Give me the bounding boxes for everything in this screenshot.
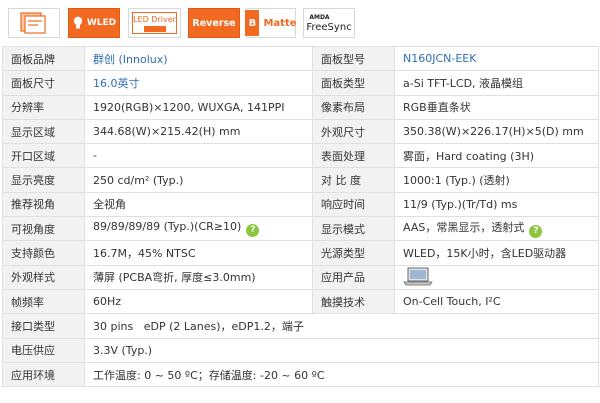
spec-label: 接口类型 <box>2 313 85 339</box>
spec-value: On-Cell Touch, I²C <box>394 288 599 315</box>
spec-label: 应用产品 <box>312 264 395 290</box>
spec-value: 全视角 <box>84 191 313 218</box>
laptop-icon[interactable] <box>403 267 433 287</box>
spec-value: 89/89/89/89 (Typ.)(CR≥10) <box>93 220 242 234</box>
freesync-badge: AMDA FreeSync <box>303 8 355 38</box>
spec-label: 支持颜色 <box>2 240 85 266</box>
help-icon[interactable]: ? <box>529 225 543 239</box>
spec-value-link[interactable]: 16.0英寸 <box>84 70 313 96</box>
led-driver-label: LED Driver <box>133 14 176 24</box>
freesync-label: FreeSync <box>306 22 352 33</box>
spec-label: 外观尺寸 <box>312 118 395 145</box>
spec-value: 16.7M，45% NTSC <box>84 240 313 266</box>
spec-label: 响应时间 <box>312 191 395 218</box>
spec-value: RGB垂直条状 <box>394 94 599 120</box>
spec-label: 面板类型 <box>312 70 395 96</box>
spec-value-link[interactable]: N160JCN-EEK <box>394 45 599 72</box>
table-row: 外观样式 薄屏 (PCBA弯折, 厚度≤3.0mm) 应用产品 <box>2 264 599 290</box>
spec-table: 面板品牌 群创 (Innolux) 面板型号 N160JCN-EEK 面板尺寸 … <box>2 45 599 388</box>
spec-value: 1000:1 (Typ.) (透射) <box>394 167 599 193</box>
table-row: 面板品牌 群创 (Innolux) 面板型号 N160JCN-EEK <box>2 45 599 72</box>
table-row: 接口类型 30 pins eDP (2 Lanes)，eDP1.2，端子 <box>2 313 599 339</box>
table-row: 应用环境 工作温度: 0 ~ 50 ºC；存储温度: -20 ~ 60 ºC <box>2 361 599 388</box>
spec-label: 外观样式 <box>2 264 85 290</box>
spec-label: 触摸技术 <box>312 288 395 315</box>
feature-icon-bar: WLED LED Driver Reverse B Matte AMDA Fre… <box>0 0 600 45</box>
wled-label: WLED <box>86 18 117 28</box>
table-row: 开口区域 - 表面处理 雾面，Hard coating (3H) <box>2 143 599 169</box>
table-row: 分辨率 1920(RGB)×1200, WUXGA, 141PPI 像素布局 R… <box>2 94 599 120</box>
spec-label: 光源类型 <box>312 240 395 266</box>
spec-label: 帧频率 <box>2 288 85 315</box>
spec-label: 表面处理 <box>312 143 395 169</box>
spec-label: 面板尺寸 <box>2 70 85 96</box>
spec-label: 开口区域 <box>2 143 85 169</box>
spec-value-link[interactable]: 群创 (Innolux) <box>84 45 313 72</box>
spec-label: 电压供应 <box>2 337 85 363</box>
chip-icon <box>143 25 166 32</box>
spec-label: 对 比 度 <box>312 167 395 193</box>
spec-label: 面板型号 <box>312 45 395 72</box>
table-row: 帧频率 60Hz 触摸技术 On-Cell Touch, I²C <box>2 288 599 315</box>
spec-value: 1920(RGB)×1200, WUXGA, 141PPI <box>84 94 313 120</box>
table-row: 电压供应 3.3V (Typ.) <box>2 337 599 363</box>
spec-label: 应用环境 <box>2 361 85 388</box>
spec-value: 雾面，Hard coating (3H) <box>394 143 599 169</box>
spec-label: 可视角度 <box>2 216 85 242</box>
spec-value-cell: 89/89/89/89 (Typ.)(CR≥10)? <box>84 216 313 242</box>
matte-badge: B Matte <box>245 8 297 38</box>
spec-label: 推荐视角 <box>2 191 85 218</box>
matte-label: Matte <box>263 17 297 29</box>
table-row: 支持颜色 16.7M，45% NTSC 光源类型 WLED，15K小时，含LED… <box>2 240 599 266</box>
table-row: 推荐视角 全视角 响应时间 11/9 (Typ.)(Tr/Td) ms <box>2 191 599 218</box>
wled-badge: WLED <box>68 8 120 38</box>
spec-value: AAS，常黑显示，透射式 <box>403 221 525 235</box>
display-feature-icon <box>8 8 60 38</box>
table-row: 面板尺寸 16.0英寸 面板类型 a-Si TFT-LCD, 液晶模组 <box>2 70 599 96</box>
spec-label: 显示亮度 <box>2 167 85 193</box>
spec-label: 显示区域 <box>2 118 85 145</box>
spec-label: 像素布局 <box>312 94 395 120</box>
spec-value: 344.68(W)×215.42(H) mm <box>84 118 313 145</box>
reverse-badge: Reverse <box>188 8 240 38</box>
spec-value: a-Si TFT-LCD, 液晶模组 <box>394 70 599 96</box>
table-row: 可视角度 89/89/89/89 (Typ.)(CR≥10)? 显示模式 AAS… <box>2 216 599 242</box>
spec-value: 薄屏 (PCBA弯折, 厚度≤3.0mm) <box>84 264 313 290</box>
led-driver-badge: LED Driver <box>128 8 181 38</box>
spec-label: 面板品牌 <box>2 45 85 72</box>
table-row: 显示亮度 250 cd/m² (Typ.) 对 比 度 1000:1 (Typ.… <box>2 167 599 193</box>
spec-value: 3.3V (Typ.) <box>84 337 599 363</box>
spec-value: 30 pins eDP (2 Lanes)，eDP1.2，端子 <box>84 313 599 339</box>
matte-letter: B <box>245 10 260 36</box>
spec-value: WLED，15K小时，含LED驱动器 <box>394 240 599 266</box>
table-row: 显示区域 344.68(W)×215.42(H) mm 外观尺寸 350.38(… <box>2 118 599 145</box>
help-icon[interactable]: ? <box>246 224 260 238</box>
bulb-icon <box>73 16 83 29</box>
spec-value: 11/9 (Typ.)(Tr/Td) ms <box>394 191 599 218</box>
spec-value: - <box>84 143 313 169</box>
spec-label: 分辨率 <box>2 94 85 120</box>
application-product-cell <box>394 264 599 290</box>
spec-value: 250 cd/m² (Typ.) <box>84 167 313 193</box>
spec-value: 工作温度: 0 ~ 50 ºC；存储温度: -20 ~ 60 ºC <box>84 361 599 388</box>
spec-value-cell: AAS，常黑显示，透射式? <box>394 216 599 242</box>
spec-label: 显示模式 <box>312 216 395 242</box>
spec-value: 60Hz <box>84 288 313 315</box>
spec-value: 350.38(W)×226.17(H)×5(D) mm <box>394 118 599 145</box>
reverse-label: Reverse <box>192 17 236 29</box>
